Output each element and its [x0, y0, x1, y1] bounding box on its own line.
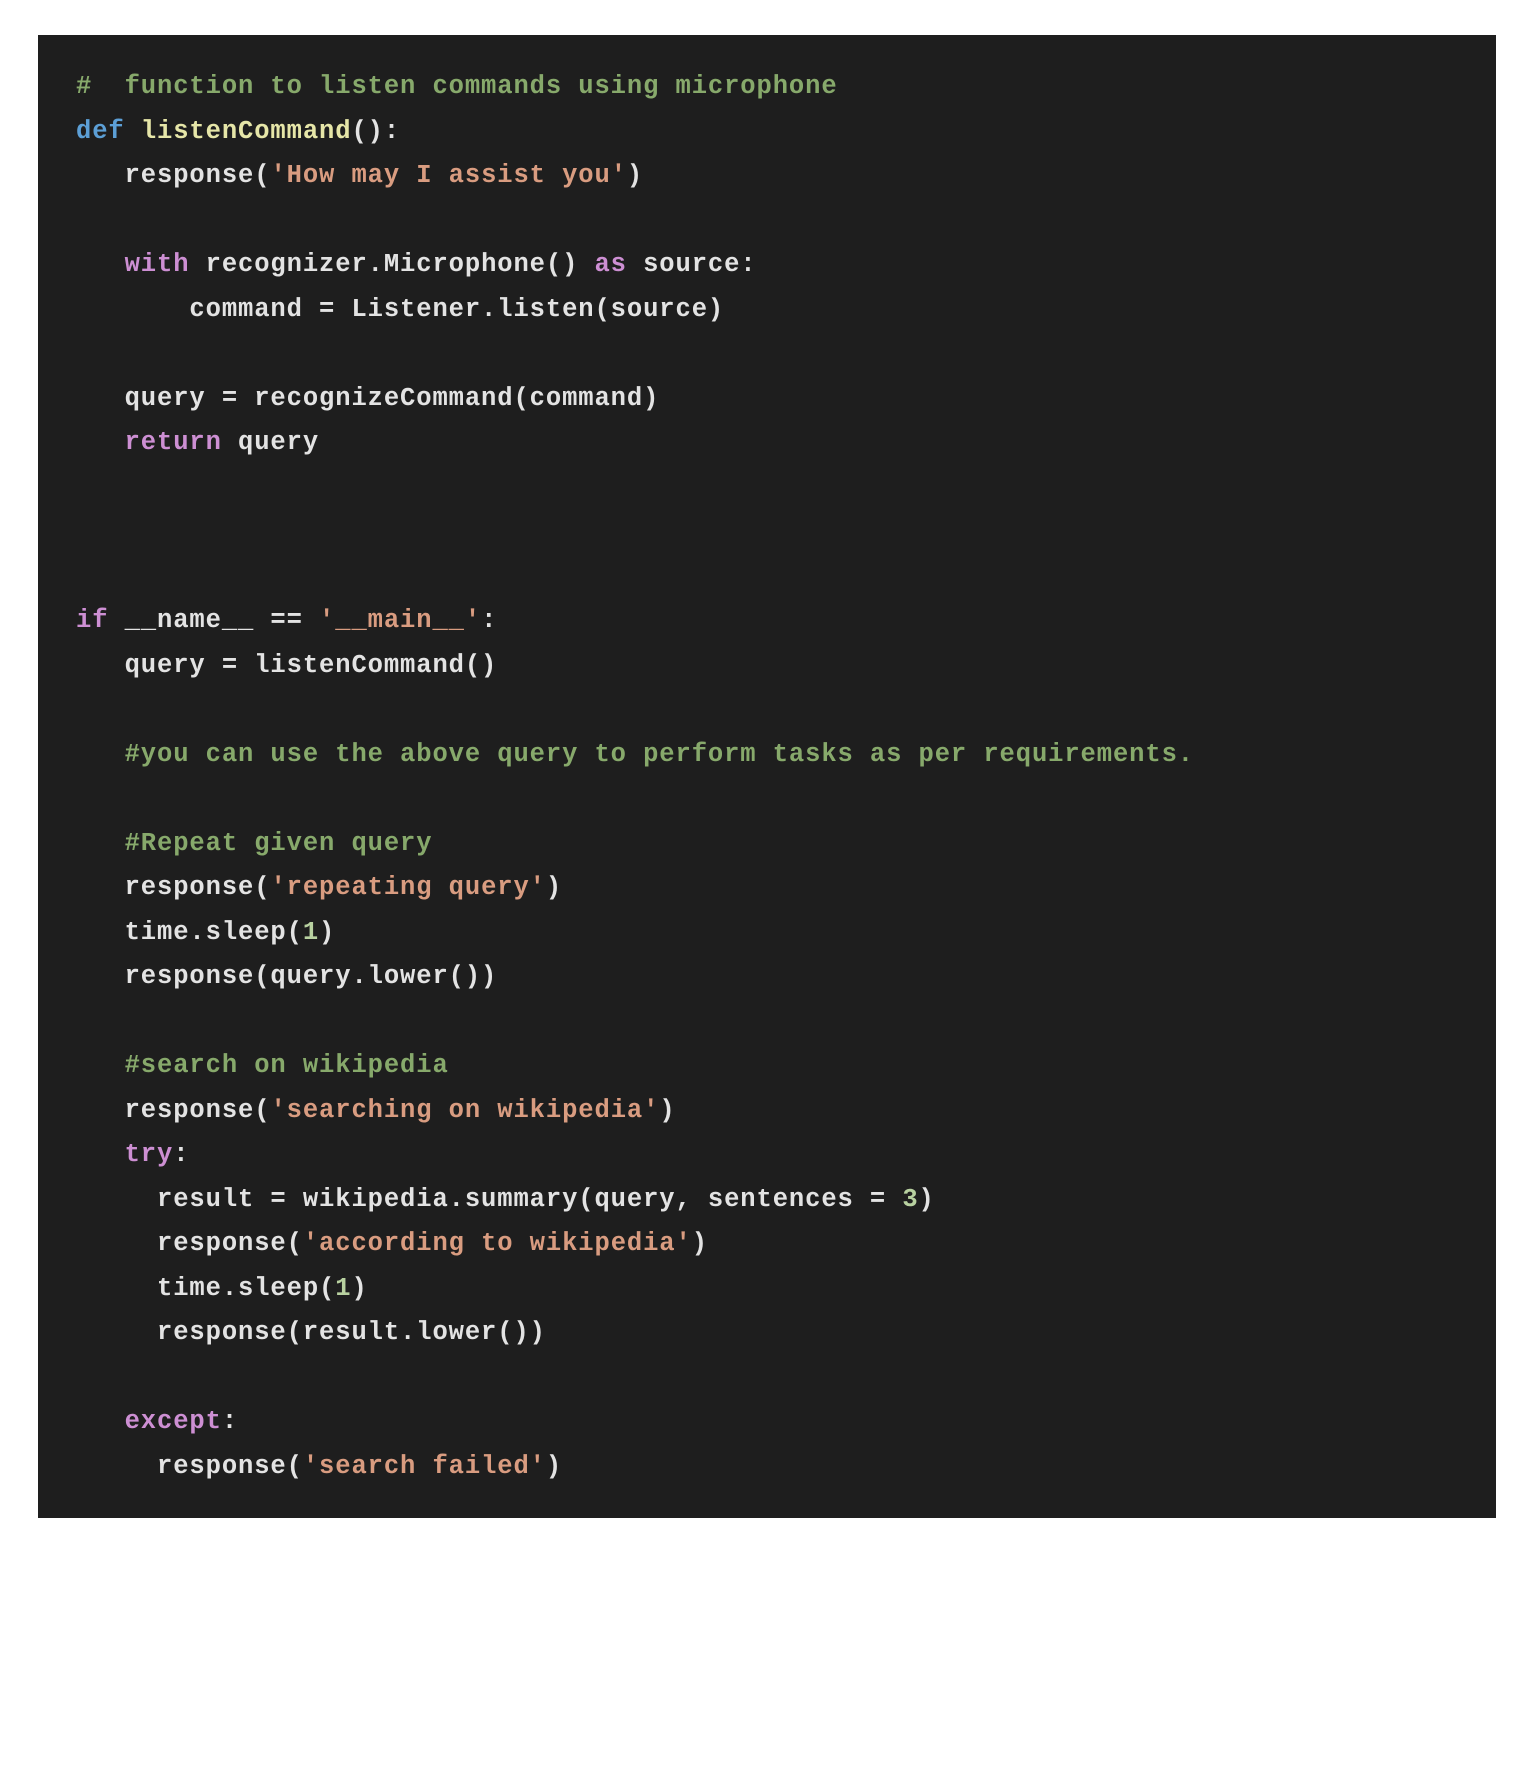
code-line: response(query.lower()): [76, 955, 1486, 1000]
code-line: response('repeating query'): [76, 866, 1486, 911]
code-line: time.sleep(1): [76, 911, 1486, 956]
code-token-string: 'searching on wikipedia': [270, 1095, 660, 1125]
code-token-plain: recognizer.Microphone(): [189, 250, 595, 279]
code-token-string: '__main__': [319, 606, 482, 635]
code-line: response(result.lower()): [76, 1311, 1486, 1356]
code-token-plain: ): [351, 1273, 368, 1303]
code-token-plain: ): [691, 1229, 708, 1258]
code-token-keyword: as: [594, 250, 627, 279]
code-line: #search on wikipedia: [76, 1044, 1486, 1089]
code-line: response('How may I assist you'): [76, 154, 1486, 199]
code-token-plain: response(result.lower()): [76, 1318, 546, 1347]
code-token-string: 'search failed': [302, 1451, 546, 1481]
code-token-plain: response(: [76, 1095, 271, 1125]
code-token-fname: listenCommand: [140, 116, 352, 146]
code-token-keyword: except: [124, 1407, 222, 1436]
code-token-number: 3: [902, 1184, 919, 1214]
code-token-plain: result = wikipedia.summary(query, senten…: [76, 1184, 903, 1214]
code-token-string: 'repeating query': [270, 873, 546, 902]
code-token-plain: source:: [626, 250, 757, 279]
code-token-plain: ): [545, 1451, 563, 1481]
code-line: response('according to wikipedia'): [76, 1222, 1486, 1267]
code-token-plain: ): [319, 917, 336, 947]
code-line: if __name__ == '__main__':: [76, 599, 1486, 644]
code-line: response('search failed'): [76, 1445, 1486, 1490]
code-token-plain: __name__ ==: [108, 606, 320, 635]
code-token-plain: query = recognizeCommand(command): [76, 383, 660, 413]
code-line: time.sleep(1): [76, 1267, 1486, 1312]
code-token-string: 'according to wikipedia': [302, 1229, 692, 1258]
code-token-keyword: if: [76, 606, 109, 635]
code-line: except:: [76, 1400, 1486, 1445]
code-token-plain: ): [918, 1184, 935, 1214]
code-token-comment: #you can use the above query to perform …: [124, 739, 1194, 769]
code-token-keyword: with: [124, 250, 190, 279]
code-token-def: def: [76, 116, 141, 146]
code-line: query = recognizeCommand(command): [76, 377, 1486, 422]
code-token-plain: :: [481, 606, 498, 635]
code-token-plain: ():: [351, 116, 401, 146]
code-line: query = listenCommand(): [76, 644, 1486, 689]
code-token-plain: response(query.lower()): [76, 962, 498, 991]
code-line: def listenCommand():: [76, 110, 1486, 155]
page-root: # function to listen commands using micr…: [0, 0, 1520, 1780]
code-token-plain: ): [659, 1095, 676, 1125]
code-line: result = wikipedia.summary(query, senten…: [76, 1178, 1486, 1223]
code-line: #Repeat given query: [76, 822, 1486, 867]
code-token-plain: query = listenCommand(): [76, 650, 498, 680]
code-token-keyword: return: [124, 428, 222, 457]
code-line: # function to listen commands using micr…: [76, 65, 1486, 110]
code-line: with recognizer.Microphone() as source:: [76, 243, 1486, 288]
code-line: command = Listener.listen(source): [76, 288, 1486, 333]
code-block[interactable]: # function to listen commands using micr…: [38, 35, 1496, 1518]
code-token-comment: #Repeat given query: [124, 828, 433, 858]
code-lines-container[interactable]: # function to listen commands using micr…: [38, 65, 1496, 1489]
code-token-plain: time.sleep(: [76, 917, 303, 947]
code-token-plain: response(: [76, 1229, 303, 1258]
code-token-comment: #search on wikipedia: [124, 1051, 449, 1080]
code-token-plain: query: [221, 428, 320, 457]
code-token-plain: :: [173, 1140, 190, 1169]
code-token-plain: response(: [76, 1451, 303, 1481]
code-line: try:: [76, 1133, 1486, 1178]
code-line: #you can use the above query to perform …: [76, 733, 1486, 778]
code-token-string: 'How may I assist you': [270, 161, 627, 190]
code-token-number: 1: [302, 917, 320, 947]
code-token-plain: response(: [76, 161, 271, 190]
code-token-keyword: try: [124, 1140, 174, 1169]
code-token-plain: ): [626, 161, 644, 190]
code-line: return query: [76, 421, 1486, 466]
code-token-plain: command = Listener.listen(source): [76, 294, 725, 324]
code-token-plain: ): [545, 873, 563, 902]
code-token-plain: :: [221, 1407, 239, 1436]
code-token-comment: # function to listen commands using micr…: [76, 72, 838, 101]
code-token-number: 1: [335, 1273, 352, 1303]
code-line: response('searching on wikipedia'): [76, 1089, 1486, 1134]
code-token-plain: time.sleep(: [76, 1273, 336, 1303]
code-token-plain: response(: [76, 873, 271, 902]
